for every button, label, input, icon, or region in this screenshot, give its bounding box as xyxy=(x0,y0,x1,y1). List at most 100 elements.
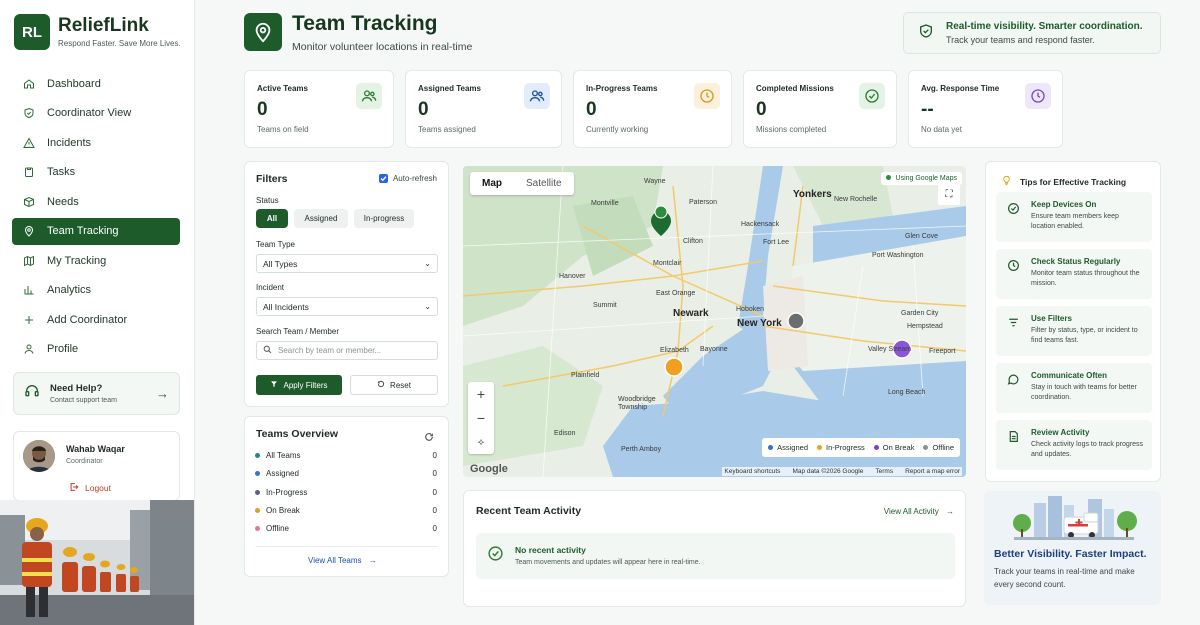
team-type-label: Team Type xyxy=(256,240,295,249)
map-label: Montclair xyxy=(653,260,682,267)
sidebar-item-tasks[interactable]: Tasks xyxy=(12,159,180,186)
arrow-right-icon: → xyxy=(368,556,377,565)
sidebar-item-dashboard[interactable]: Dashboard xyxy=(12,70,180,97)
incident-label: Incident xyxy=(256,283,285,292)
report-map-error-link[interactable]: Report a map error xyxy=(905,468,960,475)
view-all-activity-link[interactable]: View All Activity → xyxy=(884,507,954,516)
brand[interactable]: RL ReliefLink Respond Faster. Save More … xyxy=(14,14,181,50)
status-dot xyxy=(255,526,260,531)
team-type-value: All Types xyxy=(263,258,298,269)
map-label: Montville xyxy=(591,200,619,207)
tab-satellite[interactable]: Satellite xyxy=(514,172,574,195)
map-label: Valley Stream xyxy=(868,346,912,353)
tip-title: Check Status Regularly xyxy=(1031,257,1121,266)
tip-body: Stay in touch with teams for better coor… xyxy=(1031,384,1137,401)
stat-subtitle: Currently working xyxy=(586,125,649,134)
incident-select[interactable]: All Incidents ⌄ xyxy=(256,297,438,316)
overview-row-all-teams[interactable]: All Teams 0 xyxy=(255,451,437,460)
profile-role: Coordinator xyxy=(66,458,103,465)
team-type-select[interactable]: All Types ⌄ xyxy=(256,254,438,273)
sidebar-item-needs[interactable]: Needs xyxy=(12,188,180,215)
terms-link[interactable]: Terms xyxy=(875,468,893,475)
navigation-icon[interactable]: ⟡ xyxy=(468,430,494,454)
map-label: Hanover xyxy=(559,273,586,280)
tip-body: Monitor team status throughout the missi… xyxy=(1031,270,1140,287)
overview-row-assigned[interactable]: Assigned 0 xyxy=(255,469,437,478)
map-label: Newark xyxy=(673,308,709,319)
map-label: Hackensack xyxy=(741,221,780,228)
tip-title: Keep Devices On xyxy=(1031,200,1097,209)
apply-filters-label: Apply Filters xyxy=(283,380,328,390)
banner-title: Real-time visibility. Smarter coordinati… xyxy=(946,21,1143,32)
map-label: Wayne xyxy=(644,178,666,185)
status-dot xyxy=(255,453,260,458)
sidebar-item-analytics[interactable]: Analytics xyxy=(12,277,180,304)
teams-overview-title: Teams Overview xyxy=(256,428,339,440)
sidebar-item-label: Profile xyxy=(47,343,79,355)
tip-card: Check Status Regularly Monitor team stat… xyxy=(996,249,1152,299)
help-card[interactable]: Need Help? Contact support team → xyxy=(13,372,180,415)
sidebar-item-profile[interactable]: Profile xyxy=(12,336,180,363)
info-banner: Real-time visibility. Smarter coordinati… xyxy=(903,12,1161,54)
legend-label: Assigned xyxy=(777,443,808,452)
stat-card-active-teams: Active Teams 0 Teams on field xyxy=(244,70,394,148)
status-filter-assigned[interactable]: Assigned xyxy=(294,209,348,228)
view-all-teams-link[interactable]: View All Teams → xyxy=(308,556,377,565)
reset-button[interactable]: Reset xyxy=(350,375,438,395)
map-label: Clifton xyxy=(683,238,703,245)
map-label: Paterson xyxy=(689,199,718,206)
overview-row-in-progress[interactable]: In-Progress 0 xyxy=(255,488,437,497)
fullscreen-icon[interactable]: ⛶ xyxy=(938,183,960,205)
status-dot xyxy=(255,490,260,495)
map-label: Hempstead xyxy=(907,323,943,330)
google-logo: Google xyxy=(470,463,508,475)
refresh-icon[interactable] xyxy=(424,429,434,447)
search-input[interactable]: Search by team or member... xyxy=(256,341,438,360)
status-filter-in-progress[interactable]: In-progress xyxy=(354,209,414,228)
apply-filters-button[interactable]: Apply Filters xyxy=(256,375,342,395)
warning-icon xyxy=(22,136,36,150)
sidebar-item-coordinator-view[interactable]: Coordinator View xyxy=(12,100,180,127)
view-all-teams-label: View All Teams xyxy=(308,556,362,565)
stat-card-completed-missions: Completed Missions 0 Missions completed xyxy=(743,70,897,148)
map-label: Port Washington xyxy=(872,252,924,259)
status-filter-all[interactable]: All xyxy=(256,209,288,228)
tip-card: Use Filters Filter by status, type, or i… xyxy=(996,306,1152,356)
sidebar-item-team-tracking[interactable]: Team Tracking xyxy=(12,217,180,245)
view-all-activity-label: View All Activity xyxy=(883,507,939,516)
map-label: Elizabeth xyxy=(660,347,689,354)
auto-refresh-checkbox[interactable]: Auto-refresh xyxy=(378,174,437,183)
tip-body: Ensure team members keep location enable… xyxy=(1031,213,1119,230)
promo-subtitle: Track your teams in real-time and make e… xyxy=(994,567,1135,589)
overview-row-label: On Break xyxy=(266,506,300,515)
banner-subtitle: Track your teams and respond faster. xyxy=(946,35,1095,45)
empty-state-subtitle: Team movements and updates will appear h… xyxy=(515,559,701,566)
overview-row-count: 0 xyxy=(432,524,437,533)
sidebar-item-add-coordinator[interactable]: Add Coordinator xyxy=(12,306,180,333)
recent-activity-title: Recent Team Activity xyxy=(476,505,582,517)
logout-button[interactable]: Logout xyxy=(69,482,111,494)
sidebar-nav: Dashboard Coordinator View Incidents Tas… xyxy=(12,70,180,365)
map-view[interactable]: Wayne Paterson Yonkers New Rochelle Mont… xyxy=(463,166,966,477)
zoom-in-button[interactable]: + xyxy=(468,382,494,406)
sidebar-item-label: Team Tracking xyxy=(47,225,119,237)
sidebar-item-my-tracking[interactable]: My Tracking xyxy=(12,247,180,274)
map-label: Hoboken xyxy=(736,306,765,313)
status-dot xyxy=(885,175,891,180)
profile-card: Wahab Waqar Coordinator Logout xyxy=(13,431,180,501)
page-subtitle: Monitor volunteer locations in real-time xyxy=(292,41,473,53)
zoom-out-button[interactable]: − xyxy=(468,406,494,430)
sidebar-item-incidents[interactable]: Incidents xyxy=(12,129,180,156)
arrow-right-icon[interactable]: → xyxy=(156,386,169,401)
legend-item-assigned: Assigned xyxy=(768,443,808,452)
recent-activity-panel: Recent Team Activity View All Activity →… xyxy=(463,490,966,607)
user-icon xyxy=(22,342,36,356)
map-label: Freeport xyxy=(929,348,956,355)
avatar[interactable] xyxy=(23,440,55,472)
shield-icon xyxy=(22,106,36,120)
keyboard-shortcuts-link[interactable]: Keyboard shortcuts xyxy=(724,468,780,475)
map-label: New York xyxy=(737,318,782,329)
tab-map[interactable]: Map xyxy=(470,172,514,195)
overview-row-on-break[interactable]: On Break 0 xyxy=(255,506,437,515)
overview-row-offline[interactable]: Offline 0 xyxy=(255,524,437,533)
